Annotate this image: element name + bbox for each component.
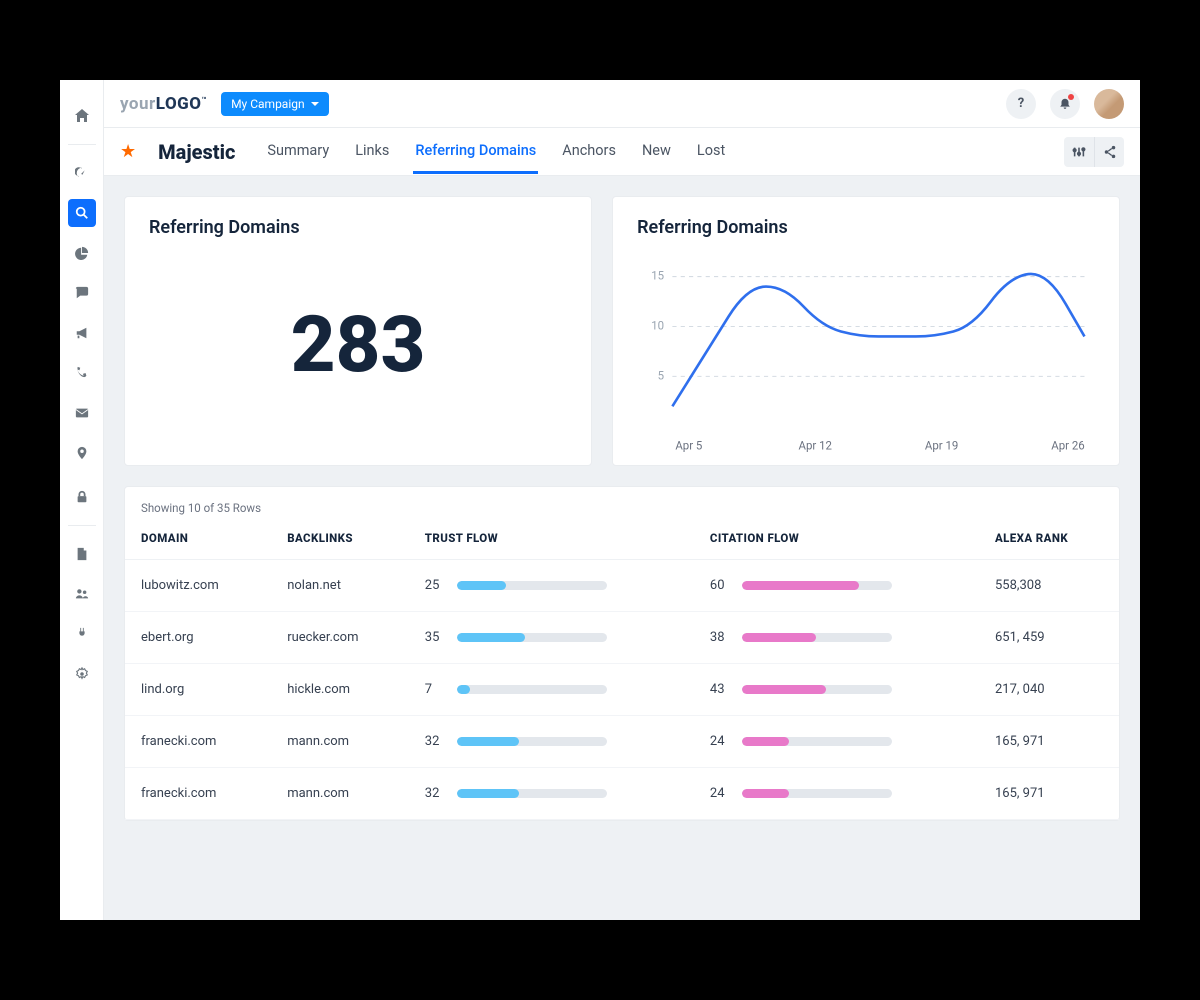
kpi-title: Referring Domains xyxy=(149,217,567,238)
cell-domain: ebert.org xyxy=(125,612,271,664)
table-row: lind.orghickle.com743217, 040 xyxy=(125,664,1119,716)
column-header[interactable]: CITATION FLOW xyxy=(694,521,979,560)
logo-main: LOGO xyxy=(156,94,202,114)
campaign-dropdown[interactable]: My Campaign xyxy=(221,92,329,116)
mail-icon[interactable] xyxy=(68,399,96,427)
location-icon[interactable] xyxy=(68,439,96,467)
svg-text:Apr 5: Apr 5 xyxy=(675,439,703,453)
cell-backlinks: nolan.net xyxy=(271,560,409,612)
topbar: yourLOGO™ My Campaign ? xyxy=(104,80,1140,128)
plug-icon[interactable] xyxy=(68,620,96,648)
table-row: lubowitz.comnolan.net2560558,308 xyxy=(125,560,1119,612)
app-window: yourLOGO™ My Campaign ? ★ Majestic Summa… xyxy=(60,80,1140,920)
megaphone-icon[interactable] xyxy=(68,319,96,347)
tab-referring-domains[interactable]: Referring Domains xyxy=(413,129,538,174)
svg-text:Apr 12: Apr 12 xyxy=(799,439,833,453)
notifications-button[interactable] xyxy=(1050,89,1080,119)
table-row: franecki.commann.com3224165, 971 xyxy=(125,716,1119,768)
column-header[interactable]: TRUST FLOW xyxy=(409,521,694,560)
svg-text:15: 15 xyxy=(651,269,664,283)
help-icon: ? xyxy=(1018,96,1024,111)
cell-trust-flow: 32 xyxy=(409,716,694,768)
cell-alexa-rank: 217, 040 xyxy=(979,664,1119,716)
column-header[interactable]: DOMAIN xyxy=(125,521,271,560)
domains-table-card: Showing 10 of 35 Rows DOMAINBACKLINKSTRU… xyxy=(124,486,1120,821)
chart-area: 5 10 15 Apr 5 Apr 12 Apr 19 Apr 26 xyxy=(637,246,1095,458)
table-row: franecki.commann.com3224165, 971 xyxy=(125,768,1119,820)
cell-trust-flow: 7 xyxy=(409,664,694,716)
cell-citation-flow: 60 xyxy=(694,560,979,612)
cell-domain: lubowitz.com xyxy=(125,560,271,612)
phone-icon[interactable] xyxy=(68,359,96,387)
cell-trust-flow: 32 xyxy=(409,768,694,820)
settings-icon[interactable] xyxy=(68,660,96,688)
lock-icon[interactable] xyxy=(68,483,96,511)
svg-text:Apr 19: Apr 19 xyxy=(925,439,958,453)
column-header[interactable]: ALEXA RANK xyxy=(979,521,1119,560)
cell-domain: lind.org xyxy=(125,664,271,716)
tab-links[interactable]: Links xyxy=(353,129,391,174)
tab-new[interactable]: New xyxy=(640,129,673,174)
logo: yourLOGO™ xyxy=(120,94,207,114)
cell-alexa-rank: 651, 459 xyxy=(979,612,1119,664)
cell-alexa-rank: 558,308 xyxy=(979,560,1119,612)
cell-citation-flow: 24 xyxy=(694,716,979,768)
cell-alexa-rank: 165, 971 xyxy=(979,768,1119,820)
svg-text:10: 10 xyxy=(651,319,664,333)
cell-domain: franecki.com xyxy=(125,768,271,820)
cell-backlinks: mann.com xyxy=(271,768,409,820)
cell-alexa-rank: 165, 971 xyxy=(979,716,1119,768)
cell-trust-flow: 35 xyxy=(409,612,694,664)
tab-lost[interactable]: Lost xyxy=(695,129,727,174)
cell-citation-flow: 43 xyxy=(694,664,979,716)
sidebar-divider xyxy=(68,144,96,145)
share-button[interactable] xyxy=(1094,137,1124,167)
cell-backlinks: hickle.com xyxy=(271,664,409,716)
cell-backlinks: mann.com xyxy=(271,716,409,768)
cell-trust-flow: 25 xyxy=(409,560,694,612)
chart-title: Referring Domains xyxy=(637,217,1095,238)
cell-citation-flow: 24 xyxy=(694,768,979,820)
tab-anchors[interactable]: Anchors xyxy=(560,129,618,174)
dashboard-icon[interactable] xyxy=(68,159,96,187)
sidebar xyxy=(60,80,104,920)
svg-text:Apr 26: Apr 26 xyxy=(1051,439,1084,453)
svg-text:5: 5 xyxy=(658,368,665,382)
chat-icon[interactable] xyxy=(68,279,96,307)
tab-summary[interactable]: Summary xyxy=(265,129,331,174)
kpi-card-referring-domains: Referring Domains 283 xyxy=(124,196,592,466)
star-icon: ★ xyxy=(120,141,136,162)
kpi-value: 283 xyxy=(149,246,567,445)
user-avatar[interactable] xyxy=(1094,89,1124,119)
main-area: yourLOGO™ My Campaign ? ★ Majestic Summa… xyxy=(104,80,1140,920)
search-icon[interactable] xyxy=(68,199,96,227)
help-button[interactable]: ? xyxy=(1006,89,1036,119)
cell-citation-flow: 38 xyxy=(694,612,979,664)
logo-tm: ™ xyxy=(202,95,208,104)
table-meta: Showing 10 of 35 Rows xyxy=(125,487,1119,521)
tabbar-actions xyxy=(1064,137,1124,167)
pie-chart-icon[interactable] xyxy=(68,239,96,267)
table-row: ebert.orgruecker.com3538651, 459 xyxy=(125,612,1119,664)
sidebar-divider xyxy=(68,525,96,526)
document-icon[interactable] xyxy=(68,540,96,568)
domains-table: DOMAINBACKLINKSTRUST FLOWCITATION FLOWAL… xyxy=(125,521,1119,820)
cell-backlinks: ruecker.com xyxy=(271,612,409,664)
chart-card-referring-domains: Referring Domains 5 10 15 Apr 5 Apr 12 Apr 19… xyxy=(612,196,1120,466)
campaign-label: My Campaign xyxy=(231,97,305,111)
tabbar: ★ Majestic Summary Links Referring Domains… xyxy=(104,128,1140,176)
cell-domain: franecki.com xyxy=(125,716,271,768)
sliders-icon xyxy=(1072,145,1086,159)
content-area: Referring Domains 283 Referring Domains … xyxy=(104,176,1140,920)
chevron-down-icon xyxy=(311,102,319,106)
sliders-button[interactable] xyxy=(1064,137,1094,167)
logo-pre: your xyxy=(120,94,156,114)
share-icon xyxy=(1103,145,1117,159)
brand-name: Majestic xyxy=(158,140,235,164)
users-icon[interactable] xyxy=(68,580,96,608)
home-icon[interactable] xyxy=(68,102,96,130)
column-header[interactable]: BACKLINKS xyxy=(271,521,409,560)
notification-dot-icon xyxy=(1068,94,1074,100)
